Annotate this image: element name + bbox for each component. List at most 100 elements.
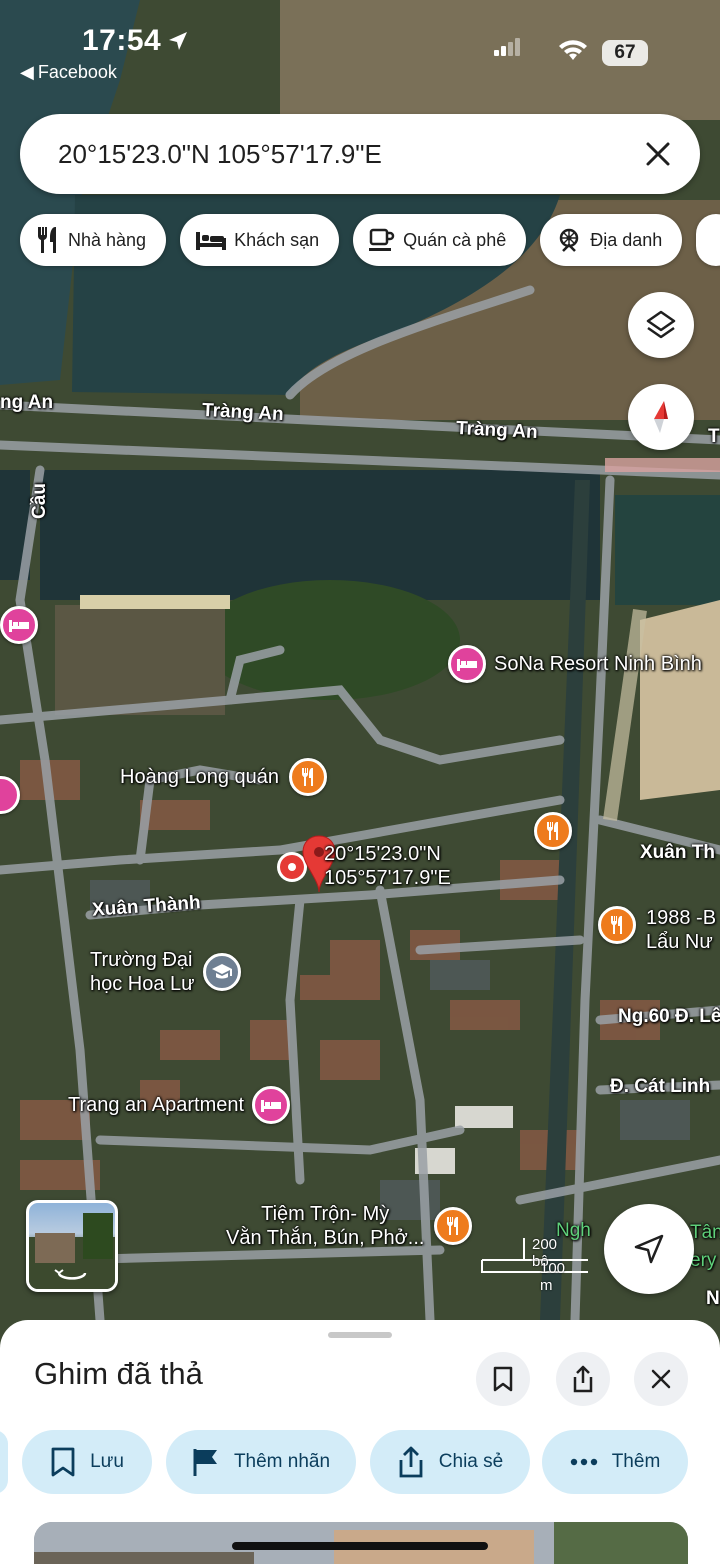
hotel-icon	[0, 776, 20, 814]
layers-icon	[646, 310, 676, 339]
share-action-button[interactable]: Chia sẻ	[370, 1430, 530, 1494]
status-bar: 17:54 ◀ Facebook 67	[0, 0, 720, 90]
road-label-trang-an: Tràng An	[455, 417, 539, 444]
action-chips: Lưu Thêm nhãn Chia sẻ Thêm	[0, 1430, 720, 1494]
hotel-icon	[0, 606, 38, 644]
my-location-button[interactable]	[604, 1204, 694, 1294]
road-label-trang-an: ng An	[0, 392, 54, 413]
pin-longitude: 105°57'17.9"E	[324, 867, 451, 889]
poi-sona-resort[interactable]: SoNa Resort Ninh Bình	[448, 645, 702, 683]
road-label-trang-an: Tràng An	[201, 399, 285, 426]
bookmark-button[interactable]	[476, 1352, 530, 1406]
close-icon	[651, 1369, 671, 1389]
poi-label: Tiệm Trộn- Mỳ	[261, 1203, 390, 1225]
search-input[interactable]: 20°15'23.0"N 105°57'17.9"E	[58, 139, 382, 170]
restaurant-icon	[434, 1207, 473, 1245]
hotel-icon	[252, 1086, 291, 1124]
road-label-cat-linh: Đ. Cát Linh	[610, 1076, 711, 1097]
restaurant-icon	[598, 906, 636, 944]
poi-label: SoNa Resort Ninh Bình	[494, 653, 702, 675]
poi-label: Trường Đại	[90, 949, 193, 971]
compass-button[interactable]	[628, 384, 694, 450]
restaurant-icon	[38, 227, 56, 253]
scale-metric: 100 m	[540, 1260, 566, 1294]
wifi-icon	[559, 40, 587, 60]
poi-trang-an-apartment[interactable]: Trang an Apartment	[68, 1086, 291, 1124]
layers-button[interactable]	[628, 292, 694, 358]
search-bar[interactable]: 20°15'23.0"N 105°57'17.9"E	[20, 114, 700, 194]
chip-label: Nhà hàng	[68, 229, 147, 250]
poi-hoang-long[interactable]: Hoàng Long quán	[120, 758, 328, 796]
poi-hotel[interactable]	[0, 776, 20, 814]
poi-label: học Hoa Lư	[90, 973, 195, 995]
home-indicator	[232, 1542, 488, 1550]
action-label: Thêm	[611, 1451, 661, 1472]
action-chip-partial[interactable]	[0, 1430, 8, 1494]
poi-label: Vằn Thắn, Bún, Phở...	[226, 1227, 425, 1249]
close-icon[interactable]	[642, 138, 674, 170]
poi-tiem-tron[interactable]: Tiệm Trộn- Mỳ Vằn Thắn, Bún, Phở...	[226, 1202, 473, 1250]
street-view-thumbnail[interactable]	[26, 1200, 118, 1292]
pin-latitude: 20°15'23.0"N	[324, 843, 441, 865]
dropped-pin-label: 20°15'23.0"N 105°57'17.9"E	[324, 842, 451, 890]
park-label: ery	[690, 1250, 717, 1271]
more-button[interactable]: Thêm	[542, 1430, 688, 1494]
hotel-icon	[196, 232, 227, 250]
navigation-arrow-icon	[634, 1234, 664, 1264]
location-arrow-icon	[169, 32, 188, 50]
save-button[interactable]: Lưu	[22, 1430, 152, 1494]
sheet-drag-handle[interactable]	[328, 1332, 392, 1338]
share-button[interactable]	[556, 1352, 610, 1406]
time-text: 17:54	[82, 24, 162, 57]
chip-label: Quán cà phê	[403, 229, 507, 250]
landmark-icon	[559, 228, 579, 252]
poi-label: Hoàng Long quán	[120, 766, 280, 788]
poi-1988[interactable]: 1988 -B Lẩu Nư	[598, 906, 716, 954]
more-icon	[570, 1458, 597, 1466]
status-time: 17:54	[82, 24, 189, 58]
add-label-button[interactable]: Thêm nhãn	[166, 1430, 356, 1494]
chip-hotels[interactable]: Khách sạn	[180, 214, 340, 266]
restaurant-icon	[534, 812, 572, 850]
park-label: Tân	[690, 1222, 720, 1243]
chip-restaurants[interactable]: Nhà hàng	[20, 214, 167, 266]
road-label-ng60: Ng.60 Đ. Lê	[618, 1006, 720, 1027]
back-to-app[interactable]: ◀ Facebook	[20, 62, 117, 83]
close-sheet-button[interactable]	[634, 1352, 688, 1406]
flag-icon	[193, 1449, 217, 1476]
place-sheet[interactable]: Ghim đã thả Lưu Thêm nhãn Chia sẻ Thêm	[0, 1320, 720, 1564]
bookmark-icon	[493, 1366, 513, 1392]
chip-coffee[interactable]: Quán cà phê	[353, 214, 527, 266]
chip-more[interactable]	[696, 214, 720, 266]
chip-label: Khách sạn	[234, 229, 320, 250]
road-label-xuan-thanh: Xuân Th	[640, 842, 715, 863]
hotel-icon	[448, 645, 486, 683]
category-chips: Nhà hàng Khách sạn Quán cà phê Địa danh	[20, 214, 720, 266]
chip-landmarks[interactable]: Địa danh	[540, 214, 683, 266]
road-label-cau: Cầu	[28, 483, 50, 519]
restaurant-icon	[289, 758, 328, 796]
poi-restaurant[interactable]	[534, 812, 572, 850]
battery-indicator: 67	[602, 40, 648, 66]
back-arrow-icon: ◀	[20, 62, 34, 82]
back-app-label: Facebook	[37, 62, 117, 82]
action-label: Lưu	[90, 1451, 124, 1472]
road-label-trang-an: T	[708, 426, 720, 447]
poi-truong-dai-hoc[interactable]: Trường Đại học Hoa Lư	[90, 948, 241, 996]
action-label: Thêm nhãn	[233, 1451, 331, 1472]
coffee-icon	[369, 228, 395, 251]
poi-label: 1988 -B	[646, 907, 717, 929]
poi-label: Trang an Apartment	[68, 1094, 245, 1116]
school-icon	[202, 953, 241, 991]
chip-label: Địa danh	[590, 229, 663, 250]
share-icon	[573, 1365, 593, 1393]
road-label: N	[706, 1288, 720, 1309]
signal-icon	[494, 38, 520, 56]
poi-hotel[interactable]	[0, 606, 38, 644]
sheet-title: Ghim đã thả	[34, 1356, 203, 1391]
bookmark-icon	[51, 1447, 75, 1477]
compass-icon	[654, 401, 668, 433]
poi-label: Lẩu Nư	[646, 931, 713, 953]
action-label: Chia sẻ	[438, 1451, 504, 1472]
share-icon	[399, 1446, 423, 1478]
